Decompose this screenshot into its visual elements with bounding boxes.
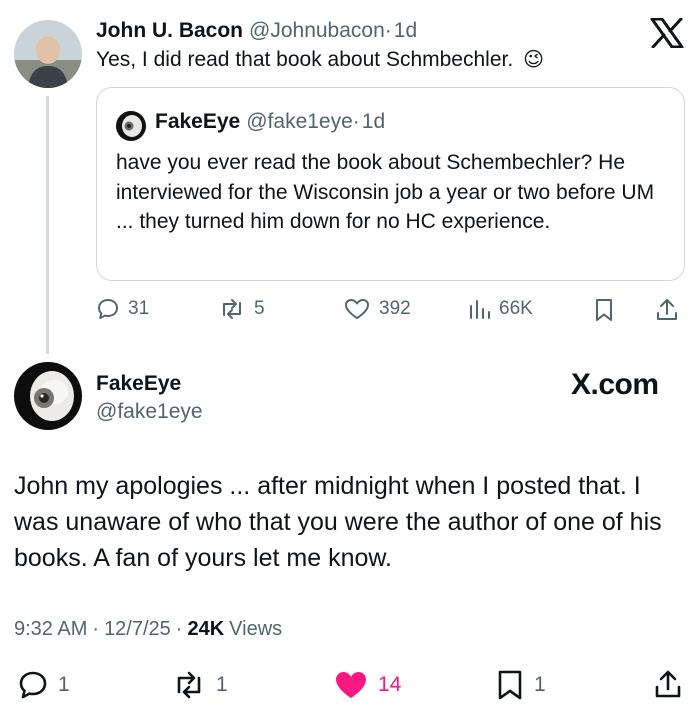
tweet-time[interactable]: 9:32 AM [14,618,87,641]
reply-count: 1 [58,673,70,696]
separator: · [384,19,392,42]
quoted-tweet[interactable]: FakeEye @fake1eye · 1d have you ever rea… [96,87,685,281]
repost-icon [172,670,206,700]
views-icon [467,297,491,321]
tweet-text: John my apologies ... after midnight whe… [14,472,662,572]
author-avatar[interactable] [14,20,82,88]
repost-stat[interactable]: 1 [172,670,228,700]
separator: · [175,618,183,640]
tweet-header: John U. Bacon @Johnubacon · 1d [96,17,417,45]
separator: · [352,110,360,133]
tweet-time[interactable]: 1d [394,19,417,43]
author-avatar[interactable] [14,362,82,430]
repost-icon [218,297,246,321]
repost-count: 1 [216,673,228,696]
heart-filled-icon [334,670,368,700]
winking-face-emoji: 😉 [523,49,545,71]
author-handle[interactable]: @Johnubacon [249,19,385,43]
brand-label: X.com [571,368,659,401]
quoted-author-handle: @fake1eye [246,110,353,133]
like-stat[interactable]: 392 [343,296,411,322]
views-count: 66K [499,298,533,319]
quoted-text: have you ever read the book about Schemb… [116,151,655,233]
reply-stat[interactable]: 1 [18,670,70,700]
author-name[interactable]: FakeEye [96,372,181,396]
reply-stat[interactable]: 31 [96,296,149,322]
bookmark-icon [496,670,524,700]
separator: · [92,618,100,640]
reply-icon [18,670,48,700]
share-icon[interactable] [652,668,684,700]
tweet-text: Yes, I did read that book about Schmbech… [96,47,544,72]
repost-count: 5 [254,298,265,319]
quoted-author-avatar [116,111,146,141]
bookmark-icon[interactable] [593,298,615,322]
x-logo-icon[interactable] [650,18,684,48]
heart-icon [343,297,371,321]
like-count: 14 [378,673,402,696]
like-stat[interactable]: 14 [334,670,401,700]
reply-icon [96,297,120,321]
views-count[interactable]: 24K [187,618,224,641]
tweet-date[interactable]: 12/7/25 [104,618,171,641]
quoted-header: FakeEye @fake1eye · 1d [155,110,385,134]
like-count: 392 [379,298,411,319]
share-icon[interactable] [654,297,680,323]
views-label: Views [229,618,283,640]
thread-line [46,96,49,354]
author-name[interactable]: John U. Bacon [96,19,243,43]
bookmark-count: 1 [534,673,546,696]
bookmark-stat[interactable]: 1 [496,670,546,700]
author-handle[interactable]: @fake1eye [96,400,203,424]
quoted-time: 1d [361,110,386,133]
tweet-meta: 9:32 AM · 12/7/25 · 24K Views [14,618,282,641]
quoted-author-name: FakeEye [155,110,241,133]
tweet-text-body: Yes, I did read that book about Schmbech… [96,47,514,71]
repost-stat[interactable]: 5 [218,296,265,322]
views-stat[interactable]: 66K [467,296,533,322]
reply-count: 31 [128,298,150,319]
